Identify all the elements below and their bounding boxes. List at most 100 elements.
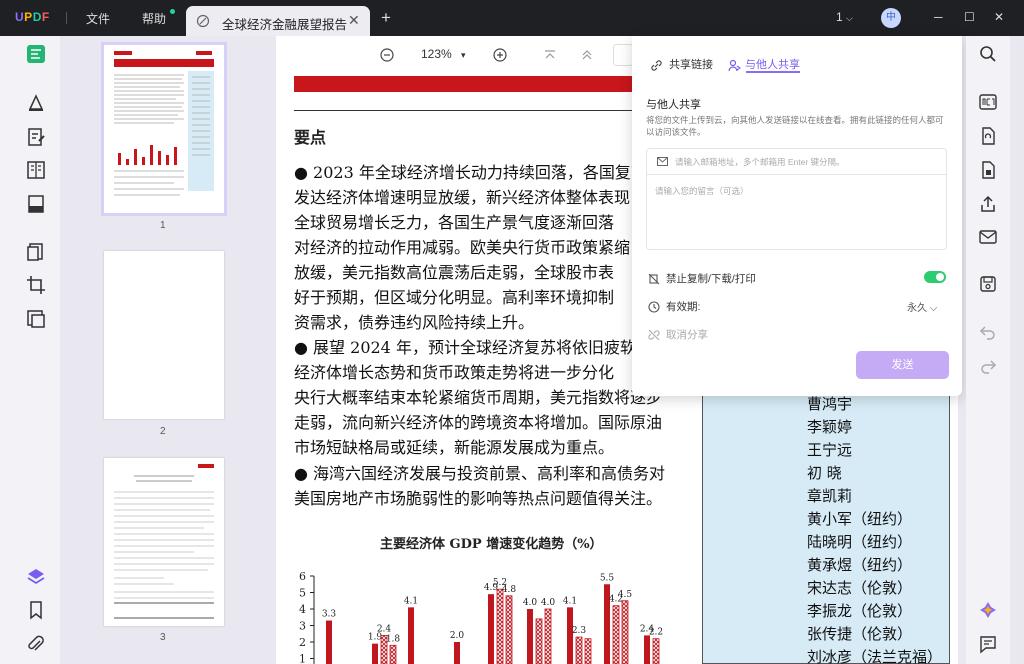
- email-field[interactable]: 请输入邮箱地址，多个邮箱用 Enter 键分隔。: [647, 149, 946, 175]
- chart-data-label: 2.4: [377, 624, 392, 634]
- chart-bar: [326, 620, 332, 664]
- restrict-row: 禁止复制/下载/打印: [648, 271, 756, 286]
- page-number-input[interactable]: [613, 44, 633, 66]
- edit-pdf-icon[interactable]: [26, 127, 46, 147]
- email-placeholder: 请输入邮箱地址，多个邮箱用 Enter 键分隔。: [675, 157, 845, 167]
- crop-icon[interactable]: [26, 275, 46, 295]
- reader-mode-icon[interactable]: [26, 44, 46, 64]
- avatar[interactable]: 中: [881, 8, 901, 28]
- author-name: 张传捷（伦敦）: [807, 625, 913, 643]
- protect-icon[interactable]: [978, 160, 998, 180]
- restrict-label: 禁止复制/下载/打印: [666, 273, 756, 285]
- send-button[interactable]: 发送: [856, 351, 949, 379]
- zoom-in-icon[interactable]: [493, 48, 507, 62]
- thumbnail-label: 1: [160, 220, 166, 231]
- app-logo: UPDF: [15, 10, 50, 24]
- thumbnail-label: 3: [160, 632, 166, 643]
- restrict-toggle[interactable]: [924, 271, 946, 283]
- thumbnail-page-2[interactable]: [104, 251, 224, 419]
- chart-data-label: 2.2: [649, 628, 663, 638]
- redo-icon[interactable]: [978, 356, 998, 376]
- ai-assistant-icon[interactable]: [978, 600, 998, 620]
- text-line: 市场短缺格局或延续，新能源发展成为重点。: [294, 438, 615, 457]
- tools-icon[interactable]: [26, 309, 46, 329]
- document-tab-title: 全球经济金融展望报告: [222, 18, 348, 32]
- message-field[interactable]: 请输入您的留言（可选）: [655, 185, 749, 197]
- new-tab-button[interactable]: +: [381, 8, 391, 28]
- save-icon[interactable]: [978, 274, 998, 294]
- chart-y-tick-label: 6: [299, 570, 306, 583]
- author-name: 陆晓明（纽约）: [807, 533, 913, 551]
- panel-description: 将您的文件上传到云，向其他人发送链接以在线查看。拥有此链接的任何人都可以访问该文…: [646, 115, 944, 137]
- chart-data-label: 3.3: [322, 610, 337, 620]
- chart-bar: [505, 595, 513, 664]
- share-icon[interactable]: [978, 194, 998, 214]
- convert-icon[interactable]: [978, 126, 998, 146]
- chart-bar: [527, 609, 533, 664]
- expiry-label: 有效期:: [666, 301, 701, 313]
- chart-bar: [544, 608, 552, 664]
- share-form-box: 请输入邮箱地址，多个邮箱用 Enter 键分隔。 请输入您的留言（可选）: [646, 148, 947, 250]
- minimize-button[interactable]: ─: [934, 10, 943, 24]
- chart-bar: [535, 618, 543, 664]
- tab-share-with-others-label: 与他人共享: [745, 59, 800, 71]
- bookmark-icon[interactable]: [26, 600, 46, 620]
- chart-data-label: 5.5: [600, 573, 615, 583]
- ocr-icon[interactable]: [978, 92, 998, 112]
- tab-share-link[interactable]: 共享链接: [650, 56, 713, 72]
- active-tab-underline: [746, 71, 800, 73]
- chart-data-label: 4.5: [618, 590, 633, 600]
- mail-icon: [657, 157, 668, 166]
- share-panel: 共享链接 与他人共享 与他人共享 将您的文件上传到云，向其他人发送链接以在线查看…: [632, 36, 962, 396]
- text-line: 走弱，流向新兴经济体的跨境资本将增加。国际原油: [294, 413, 663, 432]
- tab-close-icon[interactable]: ✕: [348, 12, 360, 29]
- thumbnail-page-3[interactable]: [104, 458, 224, 626]
- expiry-dropdown[interactable]: 永久 ⌵: [907, 299, 937, 314]
- title-bar: UPDF 文件 帮助 全球经济金融展望报告 ✕ + 1 ⌵ 中 ─ ☐ ✕: [0, 0, 1024, 36]
- search-icon[interactable]: [978, 44, 998, 64]
- thumbnail-page-1[interactable]: [101, 42, 227, 216]
- chart-data-label: 4.0: [541, 598, 556, 608]
- chart-y-tick-label: 5: [299, 587, 306, 600]
- layers-icon[interactable]: [26, 567, 46, 587]
- title-separator: [66, 12, 67, 24]
- undo-icon[interactable]: [978, 322, 998, 342]
- pages-icon[interactable]: [26, 242, 46, 262]
- chart-bar: [496, 588, 504, 664]
- organize-icon[interactable]: [26, 194, 46, 214]
- document-tab[interactable]: 全球经济金融展望报告 ✕: [186, 6, 370, 36]
- thumbnail-label: 2: [160, 426, 166, 437]
- zoom-level[interactable]: 123% ▾: [421, 47, 466, 61]
- menu-help[interactable]: 帮助: [142, 10, 166, 27]
- expiry-row: 有效期:: [648, 299, 700, 314]
- authors-box: 曹鸿宇 李颖婷 王宁远 初 晓 章凯莉 黄小军（纽约） 陆晓明（纽约） 黄承煜（…: [702, 384, 950, 664]
- view-toolbar: 123% ▾: [276, 36, 633, 76]
- close-window-button[interactable]: ✕: [994, 10, 1004, 24]
- author-name: 章凯莉: [807, 487, 853, 505]
- attachment-icon[interactable]: [26, 634, 46, 654]
- right-toolbar: [966, 36, 1010, 664]
- page-count-dropdown[interactable]: 1 ⌵: [836, 10, 853, 24]
- author-name: 王宁远: [807, 441, 853, 459]
- zoom-value: 123%: [421, 47, 452, 61]
- chart-data-label: 4.0: [523, 598, 538, 608]
- chart-y-tick-label: 2: [299, 636, 306, 649]
- first-page-icon[interactable]: [544, 49, 556, 61]
- tab-share-with-others[interactable]: 与他人共享: [728, 56, 800, 72]
- maximize-button[interactable]: ☐: [964, 10, 975, 24]
- form-icon[interactable]: [26, 160, 46, 180]
- previous-page-icon[interactable]: [581, 49, 593, 61]
- comment-icon[interactable]: [26, 93, 46, 113]
- window-edge: [1010, 36, 1024, 664]
- menu-file[interactable]: 文件: [86, 10, 110, 27]
- cancel-share-row[interactable]: 取消分享: [648, 327, 708, 342]
- text-line: 美国房地产市场脆弱性的影响等热点问题值得关注。: [294, 489, 663, 508]
- chart-data-label: 2.0: [450, 631, 465, 641]
- text-line: ● 海湾六国经济发展与投资前景、高利率和高债务对: [294, 464, 666, 483]
- author-name: 黄小军（纽约）: [807, 510, 913, 528]
- zoom-out-icon[interactable]: [380, 48, 394, 62]
- email-icon[interactable]: [978, 227, 998, 247]
- chart-bar: [389, 644, 397, 664]
- feedback-icon[interactable]: [978, 634, 998, 654]
- left-toolbar: [0, 36, 60, 664]
